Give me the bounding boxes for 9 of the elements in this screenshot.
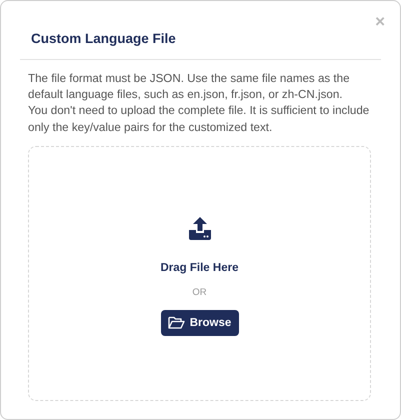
folder-icon [168,316,185,330]
browse-button[interactable]: Browse [160,310,238,336]
dialog-title: Custom Language File [31,31,177,47]
separator-text: OR [192,286,207,298]
drop-label: Drag File Here [160,262,238,274]
upload-icon [188,216,212,240]
description-text: You don't need to upload the complete file. It is sufficient to include only the key/value pairs for the customized text. [28,103,370,136]
description-text: The file format must be JSON. Use the same file names as the default language files, such as en.json, fr.json, or zh-CN.json. [28,71,351,104]
drop-zone[interactable]: Drag File Here OR Browse [28,146,371,401]
